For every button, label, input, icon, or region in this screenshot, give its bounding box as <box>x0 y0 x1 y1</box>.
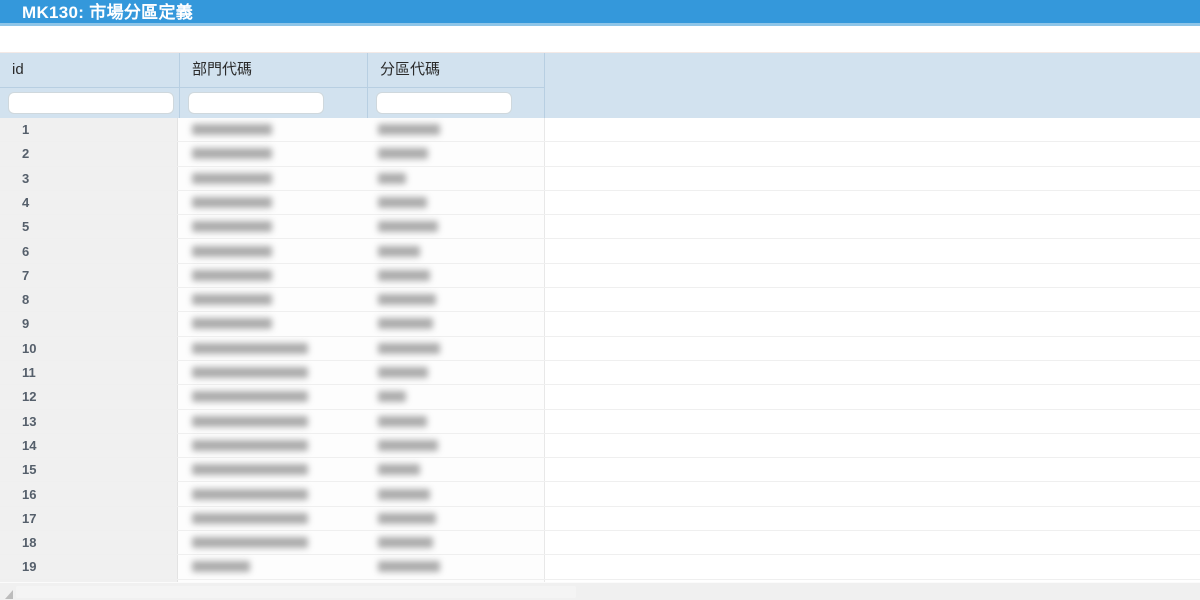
cell-id: 5 <box>22 219 30 235</box>
cell-id: 2 <box>22 146 30 162</box>
cell-id: 11 <box>22 365 36 380</box>
cell-id: 16 <box>22 486 37 502</box>
cell-id: 18 <box>22 535 37 551</box>
table-row[interactable]: 11 <box>0 361 1200 386</box>
table-row[interactable]: 15 <box>0 458 1200 483</box>
cell-id: 1 <box>22 122 30 137</box>
cell-dept-redacted <box>192 512 308 524</box>
table-row[interactable]: 12 <box>0 385 1200 410</box>
cell-id: 7 <box>22 267 30 283</box>
cell-zone-redacted <box>378 148 428 160</box>
cell-zone-redacted <box>378 294 436 306</box>
cell-zone-redacted <box>378 318 433 330</box>
cell-zone-redacted <box>378 561 440 573</box>
cell-id: 10 <box>22 340 37 356</box>
cell-zone-redacted <box>378 196 427 208</box>
app-window: MK130: 市場分區定義 id 部門代碼 分區代碼 1 2 3 4 5 6 7 8 9 10 11 12… <box>0 0 1200 600</box>
column-header-label: 部門代碼 <box>192 61 253 78</box>
table-row[interactable]: 3 <box>0 167 1200 191</box>
cell-zone-redacted <box>378 269 430 281</box>
cell-zone-redacted <box>378 537 433 549</box>
cell-zone-redacted <box>378 367 428 378</box>
table-row[interactable]: 7 <box>0 264 1200 289</box>
cell-dept-redacted <box>192 439 308 451</box>
cell-dept-redacted <box>192 415 308 427</box>
table-row[interactable]: 14 <box>0 434 1200 459</box>
table-row[interactable]: 13 <box>0 410 1200 434</box>
table-body[interactable]: 1 2 3 4 5 6 7 8 9 10 11 12 13 14 15 16 17 18 19 <box>0 118 1200 582</box>
cell-dept-redacted <box>192 464 308 476</box>
table-row[interactable]: 2 <box>0 142 1200 167</box>
filter-cell-dept <box>180 88 368 119</box>
table-row[interactable]: 16 <box>0 483 1200 507</box>
cell-id: 12 <box>22 389 37 405</box>
cell-zone-redacted <box>378 221 438 233</box>
column-header-id[interactable]: id <box>0 53 180 88</box>
cell-zone-redacted <box>378 245 420 257</box>
filter-input-zone[interactable] <box>376 92 512 114</box>
cell-id: 4 <box>22 194 30 210</box>
table-row[interactable]: 10 <box>0 337 1200 361</box>
cell-dept-redacted <box>192 537 308 549</box>
cell-zone-redacted <box>378 391 406 403</box>
cell-zone-redacted <box>378 342 440 354</box>
cell-id: 6 <box>22 243 30 259</box>
column-header-dept[interactable]: 部門代碼 <box>180 53 368 88</box>
cell-id: 15 <box>22 462 37 478</box>
cell-zone-redacted <box>378 124 440 135</box>
filter-cell-id <box>0 88 180 119</box>
cell-id: 13 <box>22 413 37 429</box>
table-row[interactable]: 9 <box>0 312 1200 337</box>
cell-id: 9 <box>22 316 30 332</box>
cell-dept-redacted <box>192 148 272 160</box>
cell-dept-redacted <box>192 318 272 330</box>
cell-id: 17 <box>22 510 37 526</box>
cell-zone-redacted <box>378 439 438 451</box>
cell-id: 14 <box>22 437 37 453</box>
table-row[interactable]: 18 <box>0 531 1200 556</box>
horizontal-scrollbar[interactable] <box>0 582 1200 600</box>
cell-dept-redacted <box>192 196 272 208</box>
table-row[interactable]: 6 <box>0 240 1200 264</box>
content-spacer <box>0 29 1200 52</box>
column-header-zone[interactable]: 分區代碼 <box>368 53 545 88</box>
cell-zone-redacted <box>378 172 406 184</box>
cell-id: 19 <box>22 559 37 575</box>
scrollbar-thumb[interactable] <box>16 586 576 598</box>
cell-zone-redacted <box>378 488 430 500</box>
cell-dept-redacted <box>192 245 272 257</box>
window-titlebar: MK130: 市場分區定義 <box>0 0 1200 26</box>
table-row[interactable]: 4 <box>0 191 1200 216</box>
cell-zone-redacted <box>378 512 436 524</box>
cell-dept-redacted <box>192 561 250 573</box>
cell-dept-redacted <box>192 294 272 306</box>
cell-dept-redacted <box>192 391 308 403</box>
column-header-label: id <box>12 61 24 78</box>
cell-dept-redacted <box>192 124 272 135</box>
cell-zone-redacted <box>378 415 427 427</box>
cell-dept-redacted <box>192 488 308 500</box>
filter-cell-zone <box>368 88 545 119</box>
column-header-label: 分區代碼 <box>380 61 441 78</box>
cell-zone-redacted <box>378 464 420 476</box>
table-header-band: id 部門代碼 分區代碼 <box>0 52 1200 119</box>
cell-id: 8 <box>22 292 30 308</box>
cell-id: 3 <box>22 170 30 186</box>
table-row[interactable]: 19 <box>0 555 1200 580</box>
table-row[interactable]: 5 <box>0 215 1200 240</box>
cell-dept-redacted <box>192 221 272 233</box>
cell-dept-redacted <box>192 342 308 354</box>
triangle-left-icon[interactable] <box>4 587 15 599</box>
filter-input-id[interactable] <box>8 92 174 114</box>
page-title: MK130: 市場分區定義 <box>22 3 194 22</box>
table-row[interactable]: 17 <box>0 507 1200 532</box>
table-row[interactable]: 1 <box>0 118 1200 143</box>
cell-dept-redacted <box>192 269 272 281</box>
table-row[interactable]: 8 <box>0 288 1200 313</box>
cell-dept-redacted <box>192 367 308 378</box>
cell-dept-redacted <box>192 172 272 184</box>
filter-input-dept[interactable] <box>188 92 324 114</box>
